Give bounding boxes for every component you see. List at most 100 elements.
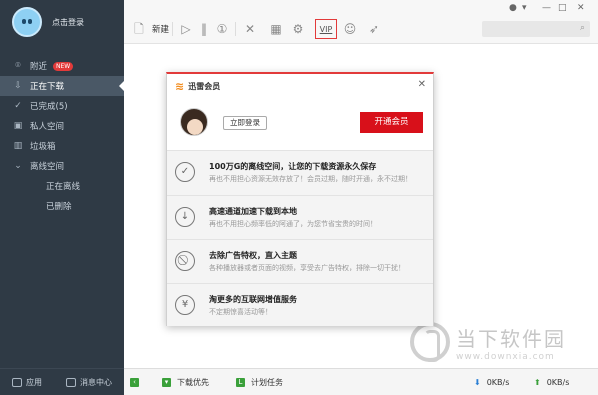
vip-dialog: ≋ 迅雷会员 ✕ 立即登录 开通会员 ✓ 100万G的离线空间，让您的下载资源永…	[166, 72, 434, 326]
dialog-close-icon[interactable]: ✕	[418, 79, 426, 90]
download-speed-value: 0KB/s	[486, 377, 510, 387]
sidebar-item-label: 已完成(5)	[30, 102, 68, 112]
pause-icon: ‖	[201, 22, 207, 36]
new-task-button[interactable]: 🗋 新建	[131, 20, 169, 38]
sidebar-item-private[interactable]: ▣ 私人空间	[0, 116, 124, 136]
chevron-left-icon: ‹	[130, 377, 139, 387]
download-speed: ⬇ 0KB/s	[474, 378, 509, 387]
new-task-label: 新建	[152, 25, 170, 35]
sidebar-header: 点击登录	[0, 0, 124, 44]
upload-speed: ⬆ 0KB/s	[534, 378, 569, 387]
search-icon: ⌕	[579, 23, 585, 33]
feature-item: ⃠ 去除广告特权，直入主题 各种播放器或者页面的视频，享受去广告特权，排除一切干…	[167, 239, 433, 283]
menu-icon[interactable]: ▾	[522, 3, 527, 13]
message-icon	[66, 377, 76, 387]
sidebar-footer: 应用 消息中心	[0, 368, 124, 395]
watermark: 当下软件园 www.downxia.com	[410, 322, 566, 362]
delete-icon: ✕	[244, 22, 256, 36]
play-icon: ▷	[181, 22, 191, 36]
apps-label: 应用	[26, 377, 42, 387]
check-icon: ✓	[14, 101, 22, 111]
grid-button[interactable]: ▦	[268, 20, 284, 38]
apps-button[interactable]: 应用	[12, 377, 42, 388]
close-icon[interactable]: ✕	[577, 3, 585, 13]
activity-button[interactable]: ☺	[342, 20, 358, 38]
sidebar-item-downloading[interactable]: ⇩ 正在下载	[0, 76, 124, 96]
pause-button[interactable]: ‖	[196, 20, 212, 38]
status-bar: ‹ ▾ 下载优先 L 计划任务 ⬇ 0KB/s ⬆ 0KB/s	[124, 368, 598, 395]
collapse-button[interactable]: ‹	[130, 377, 139, 387]
open-vip-button[interactable]: 开通会员	[360, 112, 423, 133]
vip-button[interactable]: VIP	[315, 19, 337, 39]
trash-icon: ▥	[13, 141, 23, 151]
priority-button[interactable]: ①	[214, 20, 230, 38]
sidebar-item-label: 离线空间	[30, 162, 65, 172]
feature-title: 淘更多的互联网增值服务	[209, 295, 297, 304]
no-ads-icon: ⃠	[175, 251, 195, 271]
start-button[interactable]: ▷	[178, 20, 194, 38]
scheduled-task-label: 计划任务	[251, 377, 283, 387]
feature-title: 去除广告特权，直入主题	[209, 251, 297, 260]
settings-button[interactable]: ⚙	[290, 20, 306, 38]
sidebar-item-label: 垃圾箱	[30, 142, 56, 152]
sidebar-item-offline-space[interactable]: ⌄ 离线空间	[0, 156, 124, 176]
bird-icon: ➶	[368, 22, 380, 36]
location-icon: ⌾	[15, 61, 21, 71]
toolbar: ● ▾ — □ ✕ 🗋 新建 ▷ ‖ ① ✕ ▦ ⚙ VIP ☺ ➶ ⌕	[124, 0, 598, 44]
download-priority-icon: ▾	[162, 377, 171, 387]
chevron-down-icon: ⌄	[14, 161, 22, 171]
sidebar-item-trash[interactable]: ▥ 垃圾箱	[0, 136, 124, 156]
sidebar-item-nearby[interactable]: ⌾ 附近 NEW	[0, 56, 124, 76]
sidebar-item-completed[interactable]: ✓ 已完成(5)	[0, 96, 124, 116]
search-input[interactable]: ⌕	[482, 21, 590, 37]
new-badge: NEW	[53, 61, 74, 71]
feature-desc: 不定期惊喜活动等！	[209, 308, 272, 316]
scheduled-task-button[interactable]: L 计划任务	[236, 377, 283, 388]
feature-title: 高速通道加速下载到本地	[209, 207, 297, 216]
watermark-logo-icon	[410, 322, 450, 362]
message-center-label: 消息中心	[80, 377, 112, 387]
sidebar-item-label: 正在离线	[46, 182, 81, 192]
sidebar-item-offline-running[interactable]: 正在离线	[0, 176, 124, 196]
toolbar-divider	[172, 22, 173, 36]
feature-title: 100万G的离线空间，让您的下载资源永久保存	[209, 162, 377, 171]
feature-item: ✓ 100万G的离线空间，让您的下载资源永久保存 再也不用担心资源无效存放了！会…	[167, 151, 433, 195]
login-link[interactable]: 点击登录	[52, 17, 84, 28]
sidebar-item-deleted[interactable]: 已删除	[0, 196, 124, 216]
toolbar-divider	[235, 22, 236, 36]
dialog-login-button[interactable]: 立即登录	[223, 116, 267, 130]
grid-icon: ▦	[270, 22, 282, 36]
feature-desc: 各种播放器或者页面的视频，享受去广告特权，排除一切干扰！	[209, 264, 405, 272]
schedule-icon: L	[236, 377, 245, 387]
sidebar-nav: ⌾ 附近 NEW ⇩ 正在下载 ✓ 已完成(5) ▣ 私人空间 ▥ 垃圾箱 ⌄	[0, 56, 124, 216]
apps-icon	[12, 377, 22, 387]
lock-icon: ▣	[13, 121, 23, 131]
thunder-vip-logo: ≋ 迅雷会员	[175, 80, 220, 93]
feature-item: ¥ 淘更多的互联网增值服务 不定期惊喜活动等！	[167, 283, 433, 327]
download-circle-icon: ↓	[175, 207, 195, 227]
avatar-icon[interactable]	[12, 7, 42, 37]
maximize-icon[interactable]: □	[558, 3, 567, 13]
skin-icon[interactable]: ●	[509, 3, 517, 13]
feature-desc: 再也不用担心资源无效存放了！会员过期，随时开通，永不过期！	[209, 175, 412, 183]
logo-text: 迅雷会员	[188, 82, 221, 91]
check-circle-icon: ✓	[175, 162, 195, 182]
gear-icon: ⚙	[292, 22, 304, 36]
sidebar-item-label: 正在下载	[30, 82, 65, 92]
speed-button[interactable]: ➶	[366, 20, 382, 38]
sidebar-item-label: 私人空间	[30, 122, 65, 132]
minimize-icon[interactable]: —	[542, 3, 551, 13]
download-icon: ⇩	[14, 81, 22, 91]
arrow-up-icon: ⬆	[534, 377, 541, 387]
message-center-button[interactable]: 消息中心	[66, 377, 112, 388]
priority-icon: ①	[216, 22, 228, 36]
watermark-url: www.downxia.com	[456, 351, 555, 362]
delete-button[interactable]: ✕	[242, 20, 258, 38]
download-priority-button[interactable]: ▾ 下载优先	[162, 377, 209, 388]
thunder-logo-icon: ≋	[175, 80, 185, 93]
yen-circle-icon: ¥	[175, 295, 195, 315]
app-window: 点击登录 ⌾ 附近 NEW ⇩ 正在下载 ✓ 已完成(5) ▣ 私人空间 ▥ 垃…	[0, 0, 598, 395]
sidebar-item-label: 附近	[30, 62, 48, 72]
upload-speed-value: 0KB/s	[546, 377, 570, 387]
gift-icon: ☺	[343, 22, 357, 36]
